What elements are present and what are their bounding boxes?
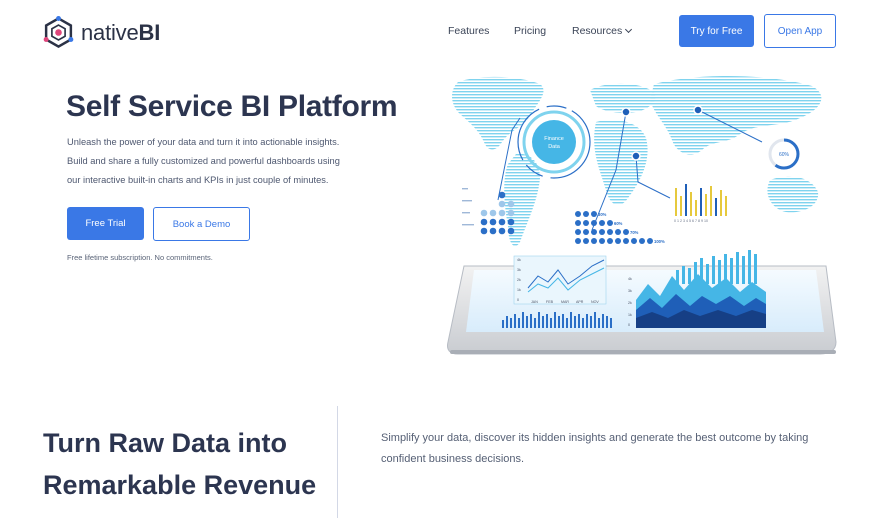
hero-description: Unleash the power of your data and turn … xyxy=(67,133,387,190)
top-navbar: nativeBI Features Pricing Resources Try … xyxy=(0,0,877,62)
dot-matrix-percent: 30% 60% 70% 100% xyxy=(575,211,665,244)
area-ytick: 1k xyxy=(628,313,632,317)
pct-label: 30% xyxy=(598,212,607,217)
hero-desc-line: Build and share a fully customized and p… xyxy=(67,156,340,166)
tablet-line-chart: 4k 3k 2k 1k 0 JAN FEB MAR APR NOV xyxy=(513,255,607,305)
chevron-down-icon xyxy=(625,25,633,34)
line-month: JAN xyxy=(531,300,538,304)
pct-label: 60% xyxy=(614,221,623,226)
pct-label: 100% xyxy=(654,239,665,244)
section-desc-line: confident business decisions. xyxy=(381,453,525,465)
section-title-line: Turn Raw Data into xyxy=(43,428,288,458)
bar-axis-labels: 0 1 2 3 4 5 6 7 8 9 10 xyxy=(674,219,708,223)
line-month: NOV xyxy=(591,300,599,304)
free-trial-button[interactable]: Free Trial xyxy=(67,207,144,240)
hexagon-network-logo-icon xyxy=(43,16,74,48)
hero-title: Self Service BI Platform xyxy=(66,90,398,123)
try-for-free-button[interactable]: Try for Free xyxy=(679,15,754,47)
hero-desc-line: our interactive built-in charts and KPIs… xyxy=(67,175,329,185)
line-ytick: 2k xyxy=(517,278,521,282)
area-ytick: 4k xyxy=(628,277,632,281)
pct-label: 70% xyxy=(630,230,639,235)
finance-label: Finance xyxy=(544,136,564,142)
nav-resources-label: Resources xyxy=(572,25,623,37)
line-month: FEB xyxy=(546,300,554,304)
line-month: MAR xyxy=(561,300,569,304)
line-ytick: 3k xyxy=(517,268,521,272)
line-month: APR xyxy=(576,300,584,304)
brand-name: nativeBI xyxy=(81,19,161,45)
nav-link-features[interactable]: Features xyxy=(448,25,489,37)
section-description: Simplify your data, discover its hidden … xyxy=(381,428,851,470)
area-ytick: 2k xyxy=(628,301,632,305)
finance-data-donut: Finance Data xyxy=(517,105,591,179)
brand-logo[interactable]: nativeBI xyxy=(42,16,160,49)
area-ytick: 0 xyxy=(628,323,630,327)
percent-gauge: 60% xyxy=(768,138,800,170)
line-ytick: 4k xyxy=(517,258,521,262)
section-desc-line: Simplify your data, discover its hidden … xyxy=(381,432,809,444)
section-title-line: Remarkable Revenue xyxy=(43,470,317,500)
line-ytick: 1k xyxy=(517,288,521,292)
finance-label: Data xyxy=(548,144,561,150)
line-ytick: 0 xyxy=(517,298,519,302)
section-divider xyxy=(337,406,338,518)
hero-desc-line: Unleash the power of your data and turn … xyxy=(67,137,340,147)
gauge-label: 60% xyxy=(779,152,790,158)
section-title: Turn Raw Data into Remarkable Revenue xyxy=(43,422,333,506)
hero-note: Free lifetime subscription. No commitmen… xyxy=(67,253,213,262)
book-demo-button[interactable]: Book a Demo xyxy=(153,207,250,241)
mini-bar-chart: 0 1 2 3 4 5 6 7 8 9 10 xyxy=(672,182,738,223)
open-app-button[interactable]: Open App xyxy=(764,14,836,48)
area-ytick: 3k xyxy=(628,289,632,293)
hero-dashboard-illustration: Finance Data 60% 0 1 2 3 4 5 6 7 8 9 10 xyxy=(447,75,837,355)
nav-link-pricing[interactable]: Pricing xyxy=(514,25,546,37)
nav-link-resources[interactable]: Resources xyxy=(572,25,633,37)
